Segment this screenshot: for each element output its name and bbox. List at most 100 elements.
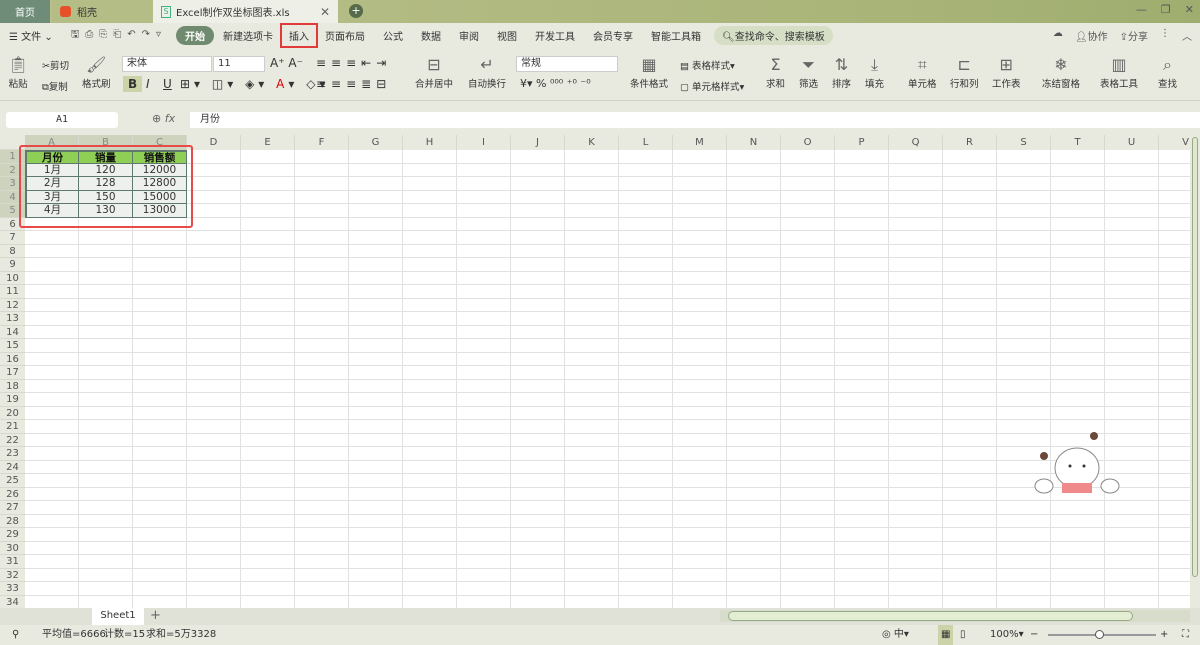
tab-formula[interactable]: 公式 [374,28,412,43]
column-header[interactable]: Q [889,135,943,150]
row-header[interactable]: 10 [0,271,25,285]
normal-view-icon[interactable]: ▦ [938,625,954,645]
font-size-select[interactable]: 11 [213,56,265,72]
font-grow-shrink-icons[interactable]: A⁺ A⁻ [270,56,303,70]
cell-style-button[interactable]: ▢ 单元格样式▾ [680,79,744,93]
row-header[interactable]: 25 [0,474,25,488]
table-tools-button[interactable]: ▥ 表格工具 [1100,54,1138,90]
currency-button[interactable]: ¥ [520,77,527,90]
row-header[interactable]: 20 [0,406,25,420]
italic-button[interactable]: I [146,77,150,91]
row-header[interactable]: 34 [0,595,25,608]
sheet-tab[interactable]: Sheet1 [92,608,144,625]
row-header[interactable]: 19 [0,393,25,407]
new-tab-button[interactable]: + [349,4,363,18]
share-button[interactable]: ⇪分享 [1120,28,1148,43]
row-header[interactable]: 24 [0,460,25,474]
tab-developer[interactable]: 开发工具 [526,28,584,43]
number-format-buttons[interactable]: ¥▾ % ⁰⁰⁰ ⁺⁰ ⁻⁰ [520,77,591,90]
paste-button[interactable]: 📋︎ 粘贴 [8,54,28,90]
add-sheet-button[interactable]: + [150,608,161,623]
row-header[interactable]: 11 [0,285,25,299]
worksheet-button[interactable]: ⊞ 工作表 [992,54,1021,90]
fx-icon[interactable]: ⊕ fx [152,112,175,125]
page-view-icon[interactable]: ▯ [960,625,966,645]
file-menu[interactable]: ☰ 文件 ⌄ [0,28,62,43]
tab-page-layout[interactable]: 页面布局 [316,28,374,43]
merge-center-button[interactable]: ⊟ 合并居中 [415,54,453,90]
row-header[interactable]: 22 [0,433,25,447]
collab-button[interactable]: 👤︎协作 [1075,28,1108,43]
column-header[interactable]: J [511,135,565,150]
scroll-thumb[interactable] [728,611,1133,621]
row-header[interactable]: 7 [0,231,25,245]
cut-button[interactable]: ✂剪切 [42,58,69,72]
percent-button[interactable]: % [536,77,546,90]
fill-button[interactable]: ⤓ 填充 [865,54,884,90]
formula-input[interactable]: 月份 [190,112,1200,128]
sort-button[interactable]: ⇅ 排序 [832,54,851,90]
filter-button[interactable]: ⏷ 筛选 [799,54,818,90]
font-select[interactable]: 宋体 [122,56,212,72]
minimize-button[interactable]: — [1136,3,1147,16]
row-header[interactable]: 26 [0,487,25,501]
restore-button[interactable]: ❐ [1161,3,1171,16]
underline-button[interactable]: U [163,77,172,91]
column-header[interactable]: I [457,135,511,150]
column-header[interactable]: N [727,135,781,150]
row-header[interactable]: 29 [0,528,25,542]
align-icons[interactable]: ≡≡≡⇤⇥ [316,56,391,70]
quick-access-icons[interactable]: 🖫⎙⎘⎗↶↷▿ [62,27,176,44]
tab-start[interactable]: 开始 [176,26,215,45]
row-header[interactable]: 32 [0,568,25,582]
row-header[interactable]: 31 [0,555,25,569]
zoom-level[interactable]: 100%▾ [990,625,1024,645]
row-header[interactable]: 30 [0,541,25,555]
zoom-slider[interactable] [1048,630,1156,639]
bold-button[interactable]: B [123,76,143,92]
find-button[interactable]: ⌕ 查找 [1158,54,1177,90]
tab-home[interactable]: 首页 [0,0,50,23]
tab-data[interactable]: 数据 [412,28,450,43]
column-header[interactable]: P [835,135,889,150]
cell-button[interactable]: ⌗ 单元格 [908,54,937,90]
row-header[interactable]: 8 [0,244,25,258]
column-header[interactable]: R [943,135,997,150]
column-header[interactable]: U [1105,135,1159,150]
sum-button[interactable]: Σ 求和 [766,54,785,90]
row-header[interactable]: 17 [0,366,25,380]
row-header[interactable]: 21 [0,420,25,434]
command-search[interactable]: 🔍︎查找命令、搜索模板 [714,26,833,45]
zoom-in-button[interactable]: + [1160,625,1168,645]
more-icon[interactable]: ⋮ [1160,28,1170,43]
row-col-button[interactable]: ⊏ 行和列 [950,54,979,90]
column-header[interactable]: E [241,135,295,150]
column-header[interactable]: V [1159,135,1190,150]
horizontal-scrollbar[interactable] [720,610,1190,622]
format-painter-button[interactable]: 🖌︎ 格式刷 [82,54,111,90]
table-style-button[interactable]: ▤ 表格样式▾ [680,58,735,72]
scroll-thumb[interactable] [1192,137,1198,577]
column-header[interactable]: G [349,135,403,150]
tab-smart-tools[interactable]: 智能工具箱 [642,28,710,43]
copy-button[interactable]: ⧉复制 [42,79,68,93]
tab-review[interactable]: 审阅 [450,28,488,43]
macro-icon[interactable]: ⚲ [12,625,19,645]
tab-insert[interactable]: 插入 [280,23,319,48]
column-header[interactable]: T [1051,135,1105,150]
row-header[interactable]: 9 [0,258,25,272]
cloud-sync-icon[interactable]: ☁ [1053,28,1063,43]
row-header[interactable]: 33 [0,582,25,596]
row-header[interactable]: 27 [0,501,25,515]
column-header[interactable]: M [673,135,727,150]
column-header[interactable]: L [619,135,673,150]
close-window-button[interactable]: ✕ [1185,3,1194,16]
row-header[interactable]: 18 [0,379,25,393]
column-header[interactable]: K [565,135,619,150]
row-header[interactable]: 15 [0,339,25,353]
row-header[interactable]: 14 [0,325,25,339]
collapse-ribbon-icon[interactable]: ︿ [1182,28,1192,43]
border-fill-color-icons[interactable]: ⊞▾ ◫▾ ◈▾ A▾ ◇▾ [180,77,329,91]
number-format-select[interactable]: 常规 [516,56,618,72]
row-header[interactable]: 28 [0,514,25,528]
